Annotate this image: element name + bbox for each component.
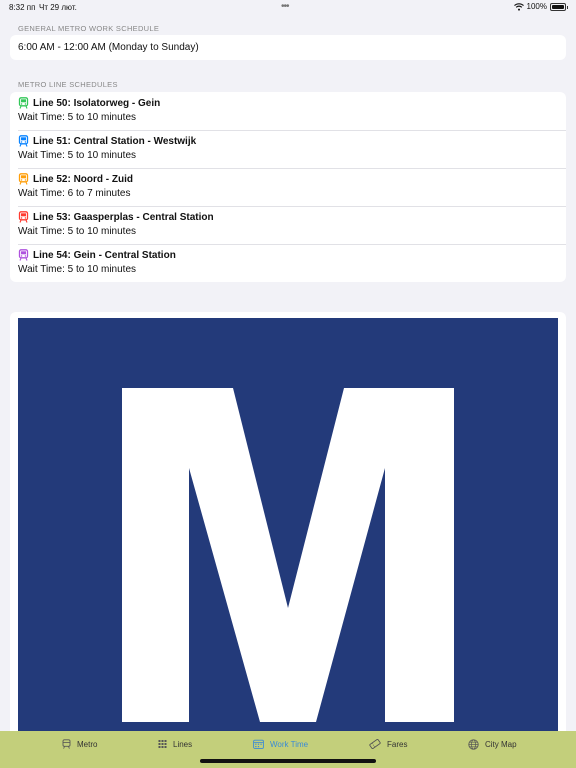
tab-metro[interactable]: Metro (62, 739, 97, 749)
tab-city-map[interactable]: City Map (468, 739, 517, 750)
general-schedule-hours: 6:00 AM - 12:00 AM (Monday to Sunday) (18, 42, 199, 53)
tram-icon (18, 173, 29, 185)
general-schedule-header: GENERAL METRO WORK SCHEDULE (18, 24, 160, 33)
status-time: 8:32 пп (9, 3, 36, 12)
status-date: Чт 29 лют. (39, 3, 77, 12)
calendar-icon (253, 739, 264, 749)
line-wait-time: Wait Time: 6 to 7 minutes (18, 188, 131, 199)
metro-logo-card (10, 312, 566, 752)
status-bar: 8:32 пп Чт 29 лют. ••• 100% (0, 0, 576, 16)
row-divider (18, 206, 566, 207)
line-row-51[interactable]: Line 51: Central Station - Westwijk Wait… (10, 130, 566, 168)
row-divider (18, 130, 566, 131)
line-schedules-list: Line 50: Isolatorweg - Gein Wait Time: 5… (10, 92, 566, 282)
tram-icon (18, 135, 29, 147)
grid-icon (158, 740, 167, 748)
status-indicators: 100% (513, 2, 568, 11)
line-schedules-header: METRO LINE SCHEDULES (18, 80, 118, 89)
wifi-icon (513, 2, 524, 11)
tab-work-time[interactable]: Work Time (253, 739, 308, 749)
line-title: Line 50: Isolatorweg - Gein (33, 98, 161, 109)
tab-label: Metro (77, 739, 98, 749)
globe-icon (468, 739, 479, 750)
tab-lines[interactable]: Lines (158, 739, 192, 749)
ticket-icon (369, 739, 381, 749)
line-title: Line 51: Central Station - Westwijk (33, 136, 197, 147)
line-wait-time: Wait Time: 5 to 10 minutes (18, 264, 137, 275)
line-title: Line 52: Noord - Zuid (33, 174, 133, 185)
battery-percent: 100% (526, 2, 547, 11)
tab-fares[interactable]: Fares (369, 739, 407, 749)
row-divider (18, 168, 566, 169)
row-divider (18, 244, 566, 245)
multitasking-dots-icon[interactable]: ••• (281, 1, 289, 12)
line-wait-time: Wait Time: 5 to 10 minutes (18, 150, 137, 161)
tram-icon (18, 211, 29, 223)
line-wait-time: Wait Time: 5 to 10 minutes (18, 226, 137, 237)
tram-icon (62, 739, 71, 749)
tab-label: Lines (173, 739, 193, 749)
line-row-53[interactable]: Line 53: Gaasperplas - Central Station W… (10, 206, 566, 244)
home-indicator[interactable] (200, 759, 376, 763)
tram-icon (18, 97, 29, 109)
tab-label: Fares (387, 739, 408, 749)
line-title: Line 54: Gein - Central Station (33, 250, 176, 261)
line-row-54[interactable]: Line 54: Gein - Central Station Wait Tim… (10, 244, 566, 282)
line-row-52[interactable]: Line 52: Noord - Zuid Wait Time: 6 to 7 … (10, 168, 566, 206)
tab-label: Work Time (270, 739, 309, 749)
tab-label: City Map (485, 740, 517, 749)
battery-icon (550, 2, 568, 11)
tram-icon (18, 249, 29, 261)
metro-logo (18, 318, 558, 752)
line-row-50[interactable]: Line 50: Isolatorweg - Gein Wait Time: 5… (10, 92, 566, 130)
line-title: Line 53: Gaasperplas - Central Station (33, 212, 214, 223)
line-wait-time: Wait Time: 5 to 10 minutes (18, 112, 137, 123)
general-schedule-card: 6:00 AM - 12:00 AM (Monday to Sunday) (10, 35, 566, 60)
